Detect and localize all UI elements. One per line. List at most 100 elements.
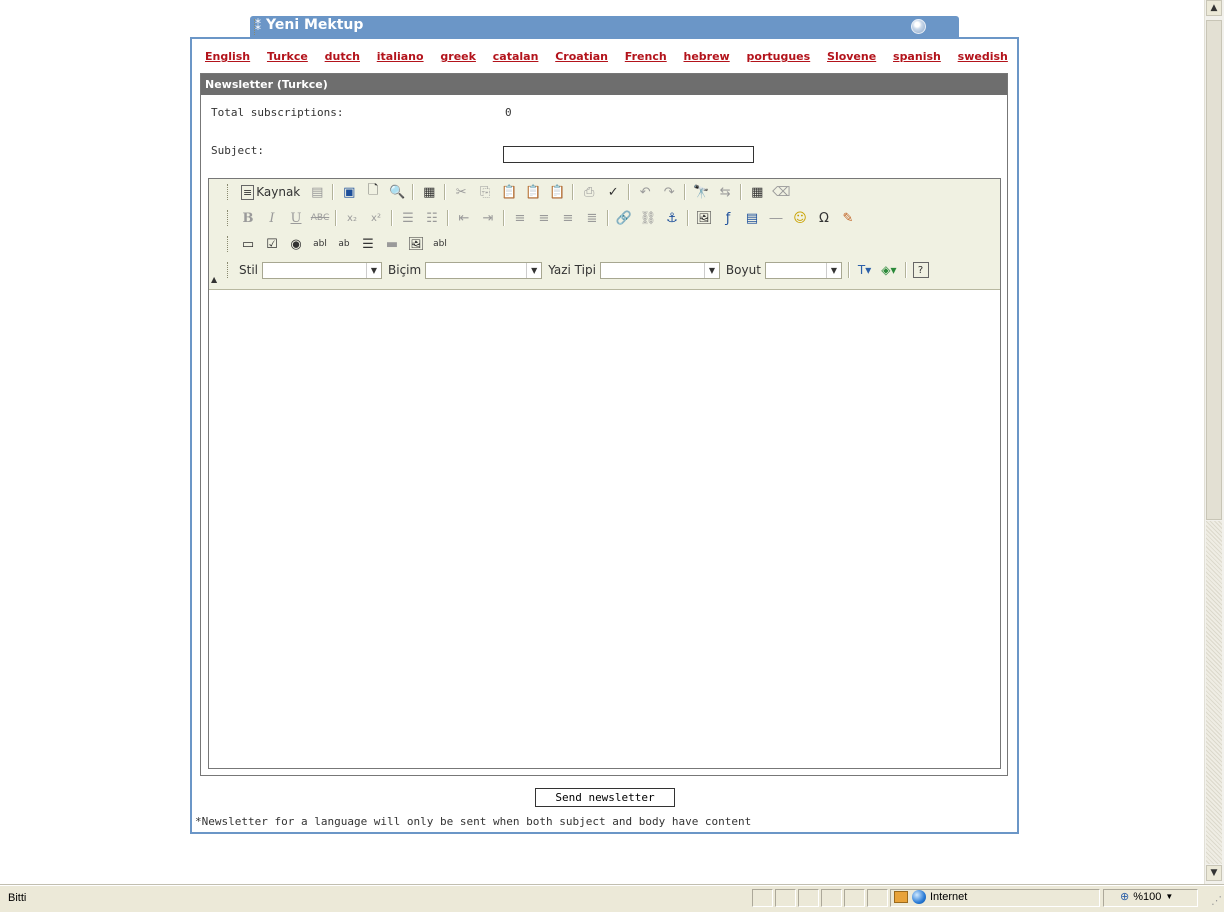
preview-icon[interactable]: 🔍 — [388, 183, 406, 201]
vertical-scrollbar[interactable]: ▲ ▼ — [1204, 0, 1224, 885]
cut-icon[interactable]: ✂ — [452, 183, 470, 201]
subscript-icon[interactable]: x₂ — [343, 209, 361, 227]
align-left-icon[interactable]: ≡ — [511, 209, 529, 227]
lang-link-english[interactable]: English — [205, 50, 250, 63]
outdent-icon[interactable]: ⇤ — [455, 209, 473, 227]
link-icon[interactable]: 🔗 — [615, 209, 633, 227]
resize-grip-icon[interactable]: ⋰ — [1211, 894, 1222, 907]
format-combo[interactable]: Biçim ▼ — [388, 261, 543, 279]
align-center-icon[interactable]: ≡ — [535, 209, 553, 227]
flash-icon[interactable]: ƒ — [719, 209, 737, 227]
smiley-icon[interactable]: ☺ — [791, 209, 809, 227]
chevron-down-icon[interactable]: ▼ — [1165, 892, 1173, 901]
text-color-icon[interactable]: T▾ — [856, 261, 873, 279]
remove-format-icon[interactable]: ⌫ — [772, 183, 790, 201]
collapse-toolbar-icon[interactable]: ▲ — [211, 275, 217, 284]
anchor-icon[interactable]: ⚓ — [663, 209, 681, 227]
lang-link-italiano[interactable]: italiano — [377, 50, 424, 63]
lang-link-greek[interactable]: greek — [440, 50, 476, 63]
lang-link-french[interactable]: French — [625, 50, 667, 63]
copy-icon[interactable]: ⎘ — [476, 183, 494, 201]
button-field-icon[interactable]: ▬ — [383, 235, 401, 253]
spellcheck-icon[interactable]: ✓ — [604, 183, 622, 201]
numbered-list-icon[interactable]: ☰ — [399, 209, 417, 227]
size-select[interactable]: ▼ — [764, 261, 842, 279]
checkbox-icon[interactable]: ☑ — [263, 235, 281, 253]
align-right-icon[interactable]: ≡ — [559, 209, 577, 227]
home-icon[interactable] — [911, 19, 926, 34]
toolbar-separator — [904, 262, 907, 278]
text-field-icon[interactable]: abl — [311, 235, 329, 253]
hidden-field-icon[interactable]: abl — [431, 235, 449, 253]
replace-icon[interactable]: ⇆ — [716, 183, 734, 201]
special-char-icon[interactable]: Ω — [815, 209, 833, 227]
lang-link-portugues[interactable]: portugues — [747, 50, 811, 63]
format-select[interactable]: ▼ — [425, 261, 543, 279]
background-color-icon[interactable]: ◈▾ — [879, 261, 898, 279]
form-icon[interactable]: ▭ — [239, 235, 257, 253]
drag-grip-icon[interactable]: ⁑ — [254, 19, 261, 35]
find-icon[interactable]: 🔭 — [692, 183, 710, 201]
save-icon[interactable]: ▣ — [340, 183, 358, 201]
select-all-icon[interactable]: ▦ — [748, 183, 766, 201]
style-combo[interactable]: Stil ▼ — [239, 261, 382, 279]
print-icon[interactable]: ⎙ — [580, 183, 598, 201]
status-pane — [752, 889, 773, 907]
font-combo[interactable]: Yazi Tipi ▼ — [548, 261, 720, 279]
strikethrough-icon[interactable]: ABC — [311, 209, 329, 227]
lang-link-swedish[interactable]: swedish — [958, 50, 1008, 63]
status-bar: Bitti Internet ⊕ %100 ▼ ⋰ — [0, 885, 1224, 912]
font-select[interactable]: ▼ — [599, 261, 720, 279]
help-icon[interactable]: ? — [912, 262, 929, 278]
style-select[interactable]: ▼ — [262, 261, 382, 279]
page-break-icon[interactable]: ✎ — [839, 209, 857, 227]
justify-icon[interactable]: ≣ — [583, 209, 601, 227]
bulleted-list-icon[interactable]: ☷ — [423, 209, 441, 227]
paste-text-icon[interactable]: 📋 — [524, 183, 542, 201]
lang-link-catalan[interactable]: catalan — [493, 50, 539, 63]
toolbar-separator — [628, 184, 631, 200]
paste-word-icon[interactable]: 📋 — [548, 183, 566, 201]
lang-link-dutch[interactable]: dutch — [325, 50, 360, 63]
horizontal-rule-icon[interactable]: ― — [767, 209, 785, 227]
templates-icon[interactable]: ▦ — [420, 183, 438, 201]
scroll-track[interactable] — [1206, 521, 1222, 864]
lang-link-croatian[interactable]: Croatian — [555, 50, 608, 63]
new-page-icon[interactable]: 🗋 — [364, 183, 382, 201]
source-button[interactable]: ≡ Kaynak — [239, 183, 302, 201]
editor-content-area[interactable] — [209, 290, 1000, 768]
scroll-down-button[interactable]: ▼ — [1206, 865, 1222, 881]
undo-icon[interactable]: ↶ — [636, 183, 654, 201]
bold-icon[interactable]: B — [239, 209, 257, 227]
lang-link-turkce[interactable]: Turkce — [267, 50, 308, 63]
lang-link-hebrew[interactable]: hebrew — [684, 50, 730, 63]
zoom-control[interactable]: ⊕ %100 ▼ — [1120, 890, 1173, 904]
lang-link-slovene[interactable]: Slovene — [827, 50, 876, 63]
paste-icon[interactable]: 📋 — [500, 183, 518, 201]
scroll-thumb[interactable] — [1206, 20, 1222, 520]
image-button-icon[interactable]: 🖼 — [407, 235, 425, 253]
language-bar: English Turkce dutch italiano greek cata… — [205, 50, 1008, 63]
document-properties-icon[interactable]: ▤ — [308, 183, 326, 201]
select-field-icon[interactable]: ☰ — [359, 235, 377, 253]
send-newsletter-button[interactable]: Send newsletter — [535, 788, 675, 807]
textarea-icon[interactable]: ab — [335, 235, 353, 253]
status-pane — [844, 889, 865, 907]
toolbar-separator — [412, 184, 415, 200]
table-icon[interactable]: ▤ — [743, 209, 761, 227]
superscript-icon[interactable]: x² — [367, 209, 385, 227]
underline-icon[interactable]: U — [287, 209, 305, 227]
size-combo[interactable]: Boyut ▼ — [726, 261, 842, 279]
image-icon[interactable]: 🖼 — [695, 209, 713, 227]
unlink-icon[interactable]: ⛓ — [639, 209, 657, 227]
italic-icon[interactable]: I — [263, 209, 281, 227]
lang-link-spanish[interactable]: spanish — [893, 50, 941, 63]
subject-input[interactable] — [503, 146, 754, 163]
redo-icon[interactable]: ↷ — [660, 183, 678, 201]
radio-icon[interactable]: ◉ — [287, 235, 305, 253]
scroll-up-button[interactable]: ▲ — [1206, 0, 1222, 16]
status-pane — [867, 889, 888, 907]
dropdown-arrow-icon: ▼ — [703, 262, 719, 278]
indent-icon[interactable]: ⇥ — [479, 209, 497, 227]
toolbar-separator — [503, 210, 505, 226]
